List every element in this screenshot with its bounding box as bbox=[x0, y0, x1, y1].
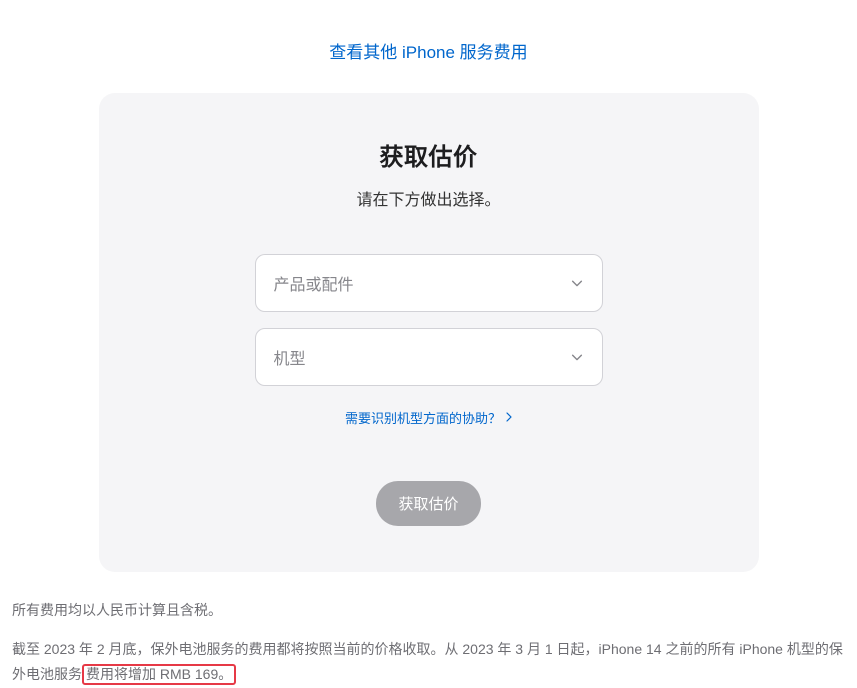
product-select[interactable]: 产品或配件 bbox=[255, 254, 603, 312]
chevron-down-icon bbox=[570, 350, 584, 364]
other-service-fees-link[interactable]: 查看其他 iPhone 服务费用 bbox=[0, 0, 857, 93]
get-estimate-button[interactable]: 获取估价 bbox=[376, 481, 480, 526]
footer-notes: 所有费用均以人民币计算且含税。 截至 2023 年 2 月底，保外电池服务的费用… bbox=[0, 590, 857, 688]
help-link-label: 需要识别机型方面的协助？ bbox=[345, 408, 501, 427]
product-select-label: 产品或配件 bbox=[274, 271, 570, 295]
model-select[interactable]: 机型 bbox=[255, 328, 603, 386]
model-identify-help-link[interactable]: 需要识别机型方面的协助？ bbox=[345, 408, 512, 427]
footer-line2: 截至 2023 年 2 月底，保外电池服务的费用都将按照当前的价格收取。从 20… bbox=[12, 637, 845, 687]
card-subtitle: 请在下方做出选择。 bbox=[147, 186, 711, 210]
card-title: 获取估价 bbox=[147, 137, 711, 172]
estimate-card: 获取估价 请在下方做出选择。 产品或配件 机型 需要识别机型方面的协助？ 获取估… bbox=[99, 93, 759, 572]
chevron-right-icon bbox=[506, 410, 512, 425]
chevron-down-icon bbox=[570, 276, 584, 290]
model-select-label: 机型 bbox=[274, 345, 570, 369]
footer-line1: 所有费用均以人民币计算且含税。 bbox=[12, 598, 845, 623]
price-increase-highlight: 费用将增加 RMB 169。 bbox=[82, 664, 236, 685]
